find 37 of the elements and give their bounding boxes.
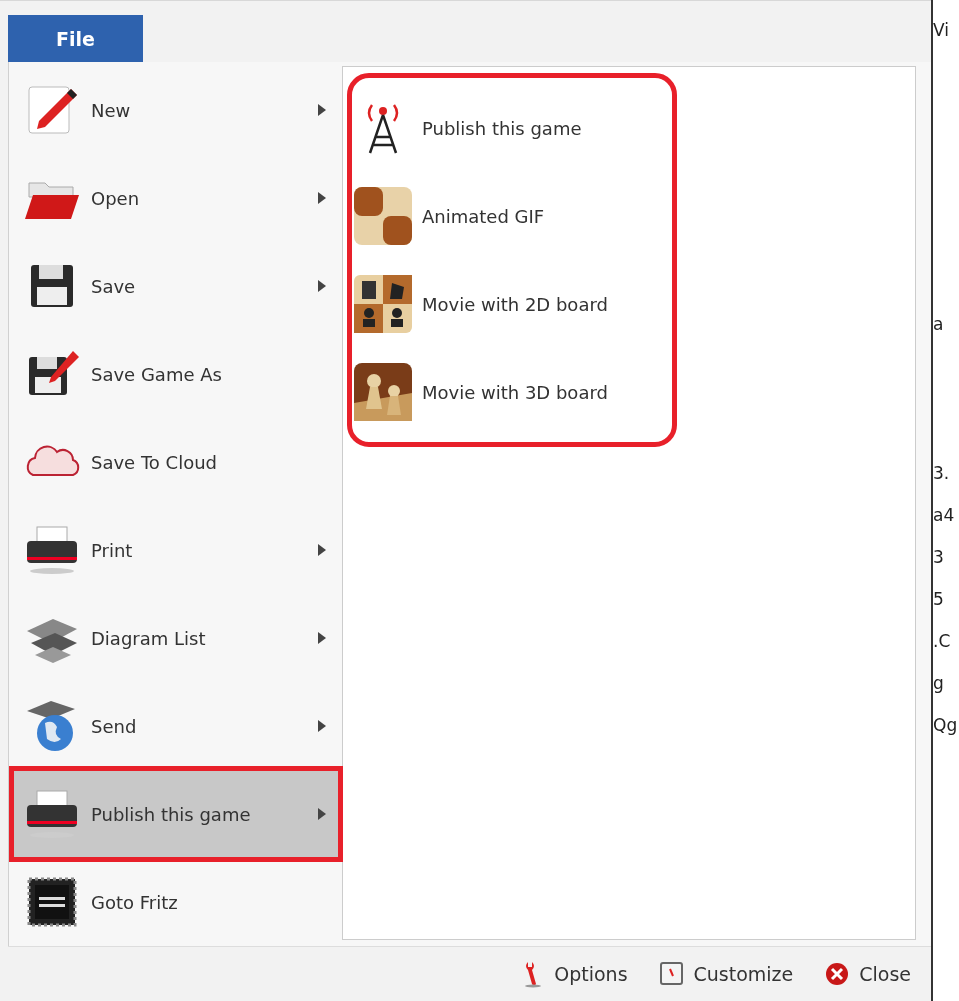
submenu-arrow-icon bbox=[317, 280, 327, 292]
submenu-item[interactable]: Publish this game bbox=[352, 84, 672, 172]
submenu-arrow-icon bbox=[317, 104, 327, 116]
menu-item[interactable]: Save Game As bbox=[13, 330, 339, 418]
background-text: 5 bbox=[933, 588, 944, 611]
menu-item[interactable]: Open bbox=[13, 154, 339, 242]
background-text: a bbox=[933, 313, 944, 336]
submenu-arrow-icon bbox=[317, 192, 327, 204]
checkerboard-icon bbox=[354, 187, 412, 245]
submenu-item[interactable]: Movie with 3D board bbox=[352, 348, 672, 436]
submenu-item[interactable]: Movie with 2D board bbox=[352, 260, 672, 348]
footer-button[interactable]: Close bbox=[823, 960, 912, 988]
submenu-arrow-icon bbox=[317, 720, 327, 732]
footer-button[interactable]: Options bbox=[518, 960, 628, 988]
submenu-arrow-icon bbox=[317, 808, 327, 820]
background-text: .C bbox=[933, 630, 951, 653]
submenu-arrow-icon bbox=[317, 632, 327, 644]
chess-pieces-icon bbox=[354, 363, 412, 421]
background-text: g bbox=[933, 672, 944, 695]
menu-item[interactable]: Save bbox=[13, 242, 339, 330]
background-text: a4 bbox=[933, 504, 955, 527]
submenu-item[interactable]: Animated GIF bbox=[352, 172, 672, 260]
submenu-arrow-icon bbox=[317, 544, 327, 556]
background-text: Vi bbox=[933, 19, 950, 42]
menu-item[interactable]: Goto Fritz bbox=[13, 858, 339, 946]
file-tab[interactable]: File bbox=[8, 15, 143, 62]
menu-item[interactable]: Diagram List bbox=[13, 594, 339, 682]
chess-pieces-icon bbox=[354, 275, 412, 333]
menu-item[interactable]: Send bbox=[13, 682, 339, 770]
menu-item[interactable]: Save To Cloud bbox=[13, 418, 339, 506]
background-text: Qg bbox=[933, 714, 958, 737]
customize-icon bbox=[657, 960, 686, 988]
menu-item[interactable]: Print bbox=[13, 506, 339, 594]
background-text: 3. bbox=[933, 462, 950, 485]
footer-button[interactable]: Customize bbox=[657, 960, 794, 988]
background-text: 3 bbox=[933, 546, 944, 569]
menu-item[interactable]: New bbox=[13, 66, 339, 154]
